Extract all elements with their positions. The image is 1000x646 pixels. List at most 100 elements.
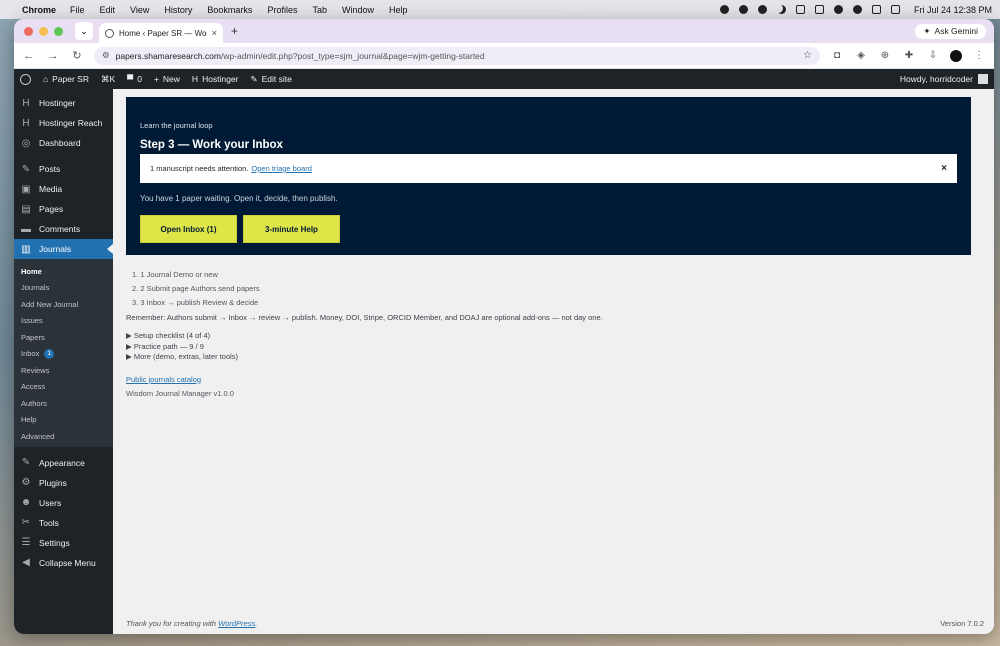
submenu-item-add-new-journal[interactable]: Add New Journal	[14, 296, 113, 313]
search-icon[interactable]	[871, 5, 881, 14]
menubar-clock[interactable]: Fri Jul 24 12:38 PM	[914, 5, 992, 15]
back-arrow-icon[interactable]: ←	[22, 50, 36, 62]
close-window-button[interactable]	[24, 26, 33, 36]
wifi-icon[interactable]	[852, 5, 862, 14]
wordpress-link[interactable]: WordPress	[218, 619, 255, 628]
site-settings-icon[interactable]: ⚙	[102, 50, 110, 61]
submenu-item-advanced[interactable]: Advanced	[14, 428, 113, 445]
reload-icon[interactable]: ↻	[70, 49, 84, 62]
sidebar-item-label: Tools	[39, 517, 59, 528]
open-triage-board-link[interactable]: Open triage board	[251, 164, 311, 173]
tab-active[interactable]: Home ‹ Paper SR — WordPress ×	[99, 23, 223, 43]
journals-submenu: Home Journals Add New Journal Issues Pap…	[14, 259, 113, 447]
menubar-item-profiles[interactable]: Profiles	[267, 5, 297, 15]
kebab-menu-icon[interactable]: ⋮	[972, 50, 986, 61]
submenu-item-papers[interactable]: Papers	[14, 329, 113, 346]
pages-icon: ▤	[21, 203, 31, 215]
sidebar-item-posts[interactable]: ✎ Posts	[14, 159, 113, 179]
inbox-count-badge: 1	[44, 348, 55, 359]
submenu-item-issues[interactable]: Issues	[14, 313, 113, 330]
submenu-item-reviews[interactable]: Reviews	[14, 362, 113, 379]
extension-circle-icon[interactable]: ⊕	[878, 50, 892, 61]
wp-footer: Thank you for creating with WordPress. V…	[126, 619, 984, 628]
admin-bar-site[interactable]: ⌂ Paper SR	[43, 74, 89, 84]
sidebar-item-label: Appearance	[39, 457, 85, 468]
admin-bar-edit-site[interactable]: ✎ Edit site	[250, 74, 291, 85]
minimize-window-button[interactable]	[39, 26, 48, 36]
public-journals-catalog-link[interactable]: Public journals catalog	[126, 375, 984, 384]
three-minute-help-button[interactable]: 3-minute Help	[243, 215, 340, 243]
message-icon[interactable]	[795, 5, 805, 14]
more-toggle[interactable]: ▶ More (demo, extras, later tools)	[126, 352, 984, 363]
forward-arrow-icon[interactable]: →	[46, 50, 60, 62]
tab-search-chevron-down-icon[interactable]: ⌄	[75, 22, 93, 40]
sidebar-item-plugins[interactable]: ⚙ Plugins	[14, 473, 113, 493]
sidebar-item-label: Comments	[39, 224, 81, 234]
battery-icon[interactable]	[833, 5, 843, 14]
sidebar-item-pages[interactable]: ▤ Pages	[14, 199, 113, 219]
close-tab-icon[interactable]: ×	[212, 28, 217, 38]
sidebar-item-tools[interactable]: ✂ Tools	[14, 513, 113, 533]
menubar-item-window[interactable]: Window	[342, 5, 374, 15]
submenu-item-authors[interactable]: Authors	[14, 395, 113, 412]
sidebar-item-hostinger-reach[interactable]: H Hostinger Reach	[14, 113, 113, 133]
menubar-item-help[interactable]: Help	[389, 5, 408, 15]
focus-moon-icon[interactable]	[777, 5, 786, 14]
download-icon[interactable]: ⇩	[926, 50, 940, 61]
wordpress-logo-icon[interactable]	[20, 73, 31, 85]
plugin-version: Wisdom Journal Manager v1.0.0	[126, 388, 234, 398]
control-center-icon[interactable]	[890, 5, 900, 14]
input-source-icon[interactable]	[814, 5, 824, 14]
menubar-item-bookmarks[interactable]: Bookmarks	[207, 5, 252, 15]
menubar-item-tab[interactable]: Tab	[312, 5, 327, 15]
profile-avatar[interactable]	[950, 49, 962, 62]
submenu-item-journals[interactable]: Journals	[14, 280, 113, 297]
submenu-item-home[interactable]: Home	[14, 263, 113, 280]
menubar-item-view[interactable]: View	[130, 5, 149, 15]
dismiss-notice-close-icon[interactable]: ×	[941, 163, 947, 174]
footer-thanks: Thank you for creating with WordPress.	[126, 619, 257, 628]
address-bar[interactable]: ⚙ papers.shamaresearch.com/wp-admin/edit…	[94, 46, 820, 65]
sidebar-item-comments[interactable]: ▬ Comments	[14, 219, 113, 239]
new-tab-plus-icon[interactable]: +	[231, 24, 238, 38]
ask-gemini-button[interactable]: ✦ Ask Gemini	[915, 23, 986, 39]
sidebar-item-media[interactable]: ▣ Media	[14, 179, 113, 199]
status-record-icon[interactable]	[757, 5, 767, 14]
admin-bar-comments[interactable]: ▀ 0	[127, 74, 142, 84]
sidebar-item-users[interactable]: ☻ Users	[14, 493, 113, 513]
submenu-item-inbox[interactable]: Inbox 1	[14, 346, 113, 363]
puzzle-extensions-icon[interactable]: ✚	[902, 50, 916, 61]
menubar-item-file[interactable]: File	[70, 5, 85, 15]
admin-bar-site-label: Paper SR	[52, 74, 89, 84]
step-item: 3. 3 Inbox → publish Review & decide	[132, 297, 259, 307]
practice-path-toggle[interactable]: ▶ Practice path — 9 / 9	[126, 342, 984, 353]
sidebar-item-label: Posts	[39, 164, 61, 174]
camera-icon[interactable]: ◘	[830, 50, 844, 61]
admin-bar-account[interactable]: Howdy, horridcoder	[900, 74, 988, 84]
attention-notice: 1 manuscript needs attention. Open triag…	[140, 154, 957, 183]
bookmark-star-icon[interactable]: ☆	[803, 50, 812, 61]
shield-icon[interactable]: ◈	[854, 50, 868, 61]
admin-bar-hostinger[interactable]: H Hostinger	[192, 74, 239, 84]
submenu-item-help[interactable]: Help	[14, 412, 113, 429]
comments-count: 0	[137, 74, 142, 84]
menubar-app-name[interactable]: Chrome	[22, 5, 56, 15]
status-app-icon[interactable]	[719, 5, 729, 14]
menubar-item-history[interactable]: History	[164, 5, 192, 15]
command-palette-shortcut[interactable]: ⌘K	[101, 74, 115, 85]
menubar-item-edit[interactable]: Edit	[100, 5, 116, 15]
sidebar-item-settings[interactable]: ☰ Settings	[14, 533, 113, 553]
sidebar-item-hostinger[interactable]: H Hostinger	[14, 93, 113, 113]
sidebar-item-appearance[interactable]: ✎ Appearance	[14, 453, 113, 473]
setup-checklist-toggle[interactable]: ▶ Setup checklist (4 of 4)	[126, 331, 984, 342]
submenu-item-access[interactable]: Access	[14, 379, 113, 396]
journals-book-icon: ▥	[21, 243, 31, 255]
sidebar-collapse-menu[interactable]: ◀ Collapse Menu	[14, 553, 113, 573]
admin-bar-new[interactable]: + New	[154, 74, 180, 84]
sidebar-item-dashboard[interactable]: ◎ Dashboard	[14, 133, 113, 153]
zoom-window-button[interactable]	[54, 26, 63, 36]
status-extension-icon[interactable]	[738, 5, 748, 14]
open-inbox-button[interactable]: Open Inbox (1)	[140, 215, 237, 243]
plus-icon: +	[153, 74, 159, 84]
sidebar-item-journals[interactable]: ▥ Journals	[14, 239, 113, 259]
